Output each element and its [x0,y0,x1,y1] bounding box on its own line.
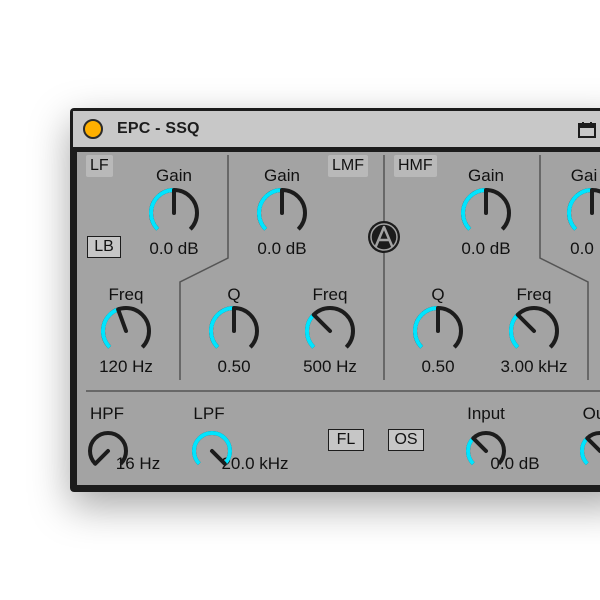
device-power-button[interactable] [83,119,103,139]
lf-band-tag: LF [86,155,113,177]
input-label: Input [467,404,505,423]
lmf-q-value: 0.50 [217,357,251,376]
lpf-value: 20.0 kHz [221,454,289,473]
lf-freq-label: Freq [108,285,144,304]
hmf-q-label: Q [431,285,445,304]
hmf-gain-value: 0.0 dB [461,239,511,258]
os-toggle-button[interactable]: OS [388,429,424,451]
save-icon[interactable] [577,121,599,139]
lmf-freq-label: Freq [312,285,348,304]
lmf-gain-label: Gain [264,166,300,185]
title-bar: EPC - SSQ [73,111,600,147]
lb-toggle-button[interactable]: LB [87,236,121,258]
hmf-gain-label: Gain [468,166,504,185]
hmf-q-value: 0.50 [421,357,455,376]
lpf-label: LPF [193,404,225,423]
device-title: EPC - SSQ [117,120,200,137]
output-label: Ou [582,404,600,423]
hpf-value: 16 Hz [115,454,161,473]
hmf-freq-label: Freq [516,285,552,304]
hf-gain-value: 0.0 [570,239,594,258]
lf-gain-value: 0.0 dB [149,239,199,258]
hf-gain-label: Gai [570,166,598,185]
hpf-label: HPF [90,404,124,423]
lmf-q-label: Q [227,285,241,304]
input-value: 0.0 dB [490,454,540,473]
hmf-freq-value: 3.00 kHz [500,357,568,376]
lmf-freq-value: 500 Hz [303,357,357,376]
fl-toggle-button[interactable]: FL [328,429,364,451]
lf-gain-label: Gain [156,166,192,185]
lf-freq-value: 120 Hz [99,357,153,376]
hmf-band-tag: HMF [394,155,437,177]
lmf-band-tag: LMF [328,155,368,177]
lmf-gain-value: 0.0 dB [257,239,307,258]
